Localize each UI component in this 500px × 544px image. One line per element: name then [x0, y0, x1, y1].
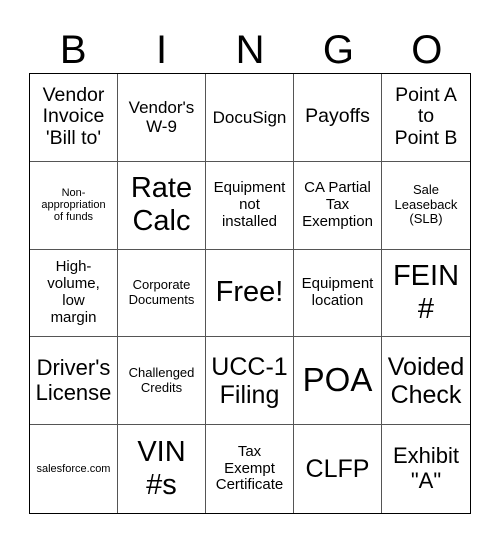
bingo-cell[interactable]: Driver's License: [30, 337, 118, 426]
bingo-cell[interactable]: salesforce.com: [30, 425, 118, 513]
bingo-cell[interactable]: VIN #s: [118, 425, 206, 513]
bingo-cell[interactable]: Challenged Credits: [118, 337, 206, 426]
bingo-cell[interactable]: POA: [294, 337, 382, 426]
bingo-cell[interactable]: Non- appropriation of funds: [30, 161, 118, 250]
bingo-cell[interactable]: Equipment not installed: [206, 161, 294, 250]
bingo-cell[interactable]: Payoffs: [294, 74, 382, 162]
free-space-cell[interactable]: Free!: [206, 249, 294, 338]
bingo-cell[interactable]: Voided Check: [382, 337, 470, 426]
bingo-grid: Vendor Invoice 'Bill to' Vendor's W-9 Do…: [29, 73, 471, 514]
header-letter-i: I: [156, 28, 168, 72]
bingo-cell[interactable]: Sale Leaseback (SLB): [382, 162, 470, 250]
bingo-cell[interactable]: Exhibit "A": [382, 425, 470, 513]
header-letter-g: G: [322, 28, 354, 72]
bingo-cell[interactable]: Point A to Point B: [382, 74, 470, 162]
bingo-cell[interactable]: UCC-1 Filing: [206, 337, 294, 426]
bingo-cell[interactable]: Corporate Documents: [118, 249, 206, 338]
bingo-cell[interactable]: Tax Exempt Certificate: [206, 425, 294, 513]
header-letter-o: O: [411, 28, 443, 72]
bingo-header: B I N G O: [29, 28, 471, 72]
bingo-cell[interactable]: Rate Calc: [118, 161, 206, 250]
bingo-cell[interactable]: CA Partial Tax Exemption: [294, 161, 382, 250]
bingo-cell[interactable]: DocuSign: [206, 74, 294, 162]
bingo-cell[interactable]: Vendor Invoice 'Bill to': [30, 74, 118, 162]
header-letter-b: B: [59, 28, 87, 72]
bingo-cell[interactable]: Vendor's W-9: [118, 74, 206, 162]
bingo-cell[interactable]: CLFP: [294, 425, 382, 513]
header-letter-n: N: [235, 28, 265, 72]
bingo-cell[interactable]: FEIN #: [382, 250, 470, 338]
bingo-cell[interactable]: High- volume, low margin: [30, 249, 118, 338]
bingo-cell[interactable]: Equipment location: [294, 249, 382, 338]
